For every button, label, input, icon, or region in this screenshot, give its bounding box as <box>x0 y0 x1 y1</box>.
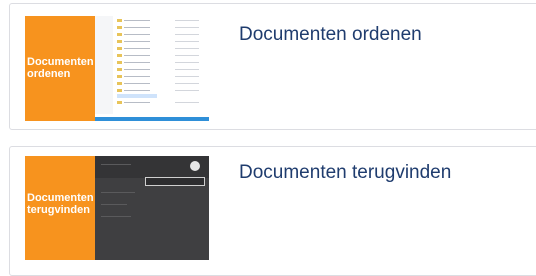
explorer-row <box>117 54 205 57</box>
card-thumbnail[interactable]: Documenten terugvinden <box>25 156 209 260</box>
explorer-row <box>117 61 205 64</box>
explorer-row <box>117 47 205 50</box>
explorer-row <box>117 33 205 36</box>
dark-app-avatar-icon <box>190 161 200 171</box>
course-card-documenten-terugvinden[interactable]: Documenten terugvinden Documenten terugv… <box>9 146 536 276</box>
explorer-row <box>117 40 205 43</box>
course-card-documenten-ordenen[interactable]: Documenten ordenen Documenten ordenen <box>9 3 536 130</box>
card-title[interactable]: Documenten terugvinden <box>239 162 451 184</box>
explorer-row <box>117 19 205 22</box>
explorer-row <box>117 101 205 104</box>
explorer-row <box>117 68 205 71</box>
dark-app-search-box <box>145 177 205 186</box>
dark-app-text-line <box>101 164 131 165</box>
thumbnail-label: Documenten ordenen <box>27 56 94 80</box>
card-thumbnail[interactable]: Documenten ordenen <box>25 16 209 121</box>
explorer-row <box>117 75 205 78</box>
explorer-row <box>117 82 205 85</box>
explorer-selected-row <box>117 94 157 98</box>
card-title[interactable]: Documenten ordenen <box>239 24 422 46</box>
explorer-bottom-bar <box>95 117 209 121</box>
explorer-row <box>117 26 205 29</box>
thumbnail-label: Documenten terugvinden <box>27 192 94 216</box>
explorer-row <box>117 89 205 92</box>
dark-app-text-line <box>101 216 131 217</box>
